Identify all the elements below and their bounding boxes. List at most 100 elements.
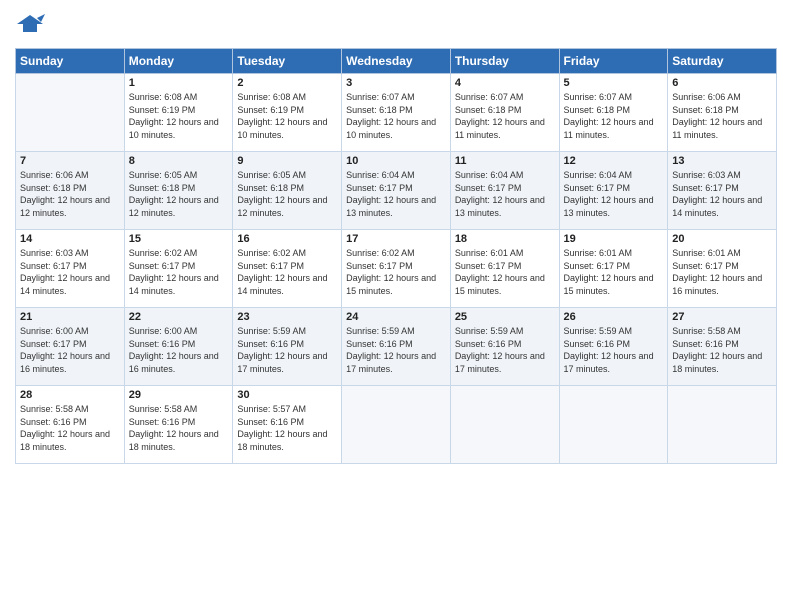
calendar-cell [16,74,125,152]
day-number: 11 [455,155,555,167]
weekday-header-tuesday: Tuesday [233,49,342,74]
day-info: Sunrise: 6:04 AMSunset: 6:17 PMDaylight:… [455,169,555,219]
day-info: Sunrise: 6:00 AMSunset: 6:17 PMDaylight:… [20,325,120,375]
day-info: Sunrise: 6:03 AMSunset: 6:17 PMDaylight:… [672,169,772,219]
week-row-5: 28 Sunrise: 5:58 AMSunset: 6:16 PMDayligh… [16,386,777,464]
weekday-header-friday: Friday [559,49,668,74]
day-number: 2 [237,77,337,89]
week-row-3: 14 Sunrise: 6:03 AMSunset: 6:17 PMDayligh… [16,230,777,308]
calendar-cell: 18 Sunrise: 6:01 AMSunset: 6:17 PMDayligh… [450,230,559,308]
calendar-cell: 5Sunrise: 6:07 AMSunset: 6:18 PMDaylight… [559,74,668,152]
day-info: Sunrise: 5:59 AMSunset: 6:16 PMDaylight:… [564,325,664,375]
calendar-cell: 8 Sunrise: 6:05 AMSunset: 6:18 PMDaylight… [124,152,233,230]
day-number: 13 [672,155,772,167]
day-info: Sunrise: 6:08 AMSunset: 6:19 PMDaylight:… [237,91,337,141]
header [15,10,777,40]
day-number: 15 [129,233,229,245]
week-row-1: 1 Sunrise: 6:08 AMSunset: 6:19 PMDaylight… [16,74,777,152]
calendar-header: SundayMondayTuesdayWednesdayThursdayFrid… [16,49,777,74]
calendar-cell: 12 Sunrise: 6:04 AMSunset: 6:17 PMDayligh… [559,152,668,230]
calendar-cell: 26 Sunrise: 5:59 AMSunset: 6:16 PMDayligh… [559,308,668,386]
day-info: Sunrise: 6:03 AMSunset: 6:17 PMDaylight:… [20,247,120,297]
calendar-cell: 23 Sunrise: 5:59 AMSunset: 6:16 PMDayligh… [233,308,342,386]
page-container: SundayMondayTuesdayWednesdayThursdayFrid… [0,0,792,474]
calendar-cell [450,386,559,464]
logo-bird-icon [15,10,45,40]
day-info: Sunrise: 5:58 AMSunset: 6:16 PMDaylight:… [672,325,772,375]
calendar-cell: 20 Sunrise: 6:01 AMSunset: 6:17 PMDayligh… [668,230,777,308]
day-number: 28 [20,389,120,401]
day-number: 25 [455,311,555,323]
day-number: 26 [564,311,664,323]
calendar-cell [559,386,668,464]
day-info: Sunrise: 6:01 AMSunset: 6:17 PMDaylight:… [564,247,664,297]
day-number: 10 [346,155,446,167]
day-info: Sunrise: 5:59 AMSunset: 6:16 PMDaylight:… [237,325,337,375]
calendar-cell: 27 Sunrise: 5:58 AMSunset: 6:16 PMDayligh… [668,308,777,386]
day-number: 30 [237,389,337,401]
day-number: 19 [564,233,664,245]
calendar-cell: 2 Sunrise: 6:08 AMSunset: 6:19 PMDaylight… [233,74,342,152]
day-info: Sunrise: 6:02 AMSunset: 6:17 PMDaylight:… [129,247,229,297]
day-info: Sunrise: 6:01 AMSunset: 6:17 PMDaylight:… [672,247,772,297]
day-info: Sunrise: 6:07 AMSunset: 6:18 PMDaylight:… [455,91,555,141]
calendar-cell: 22 Sunrise: 6:00 AMSunset: 6:16 PMDayligh… [124,308,233,386]
day-info: Sunrise: 6:07 AMSunset: 6:18 PMDaylight:… [346,91,446,141]
calendar-cell: 24Sunrise: 5:59 AMSunset: 6:16 PMDayligh… [342,308,451,386]
day-info: Sunrise: 6:06 AMSunset: 6:18 PMDaylight:… [672,91,772,141]
day-info: Sunrise: 5:59 AMSunset: 6:16 PMDaylight:… [455,325,555,375]
day-number: 20 [672,233,772,245]
day-number: 9 [237,155,337,167]
day-info: Sunrise: 6:02 AMSunset: 6:17 PMDaylight:… [237,247,337,297]
day-number: 18 [455,233,555,245]
calendar-cell [668,386,777,464]
weekday-header-sunday: Sunday [16,49,125,74]
calendar-cell: 29 Sunrise: 5:58 AMSunset: 6:16 PMDayligh… [124,386,233,464]
calendar-cell: 19 Sunrise: 6:01 AMSunset: 6:17 PMDayligh… [559,230,668,308]
calendar-cell [342,386,451,464]
day-info: Sunrise: 6:05 AMSunset: 6:18 PMDaylight:… [129,169,229,219]
calendar-cell: 4 Sunrise: 6:07 AMSunset: 6:18 PMDaylight… [450,74,559,152]
calendar-cell: 7Sunrise: 6:06 AMSunset: 6:18 PMDaylight… [16,152,125,230]
day-number: 22 [129,311,229,323]
calendar-cell: 16 Sunrise: 6:02 AMSunset: 6:17 PMDayligh… [233,230,342,308]
logo [15,10,49,40]
weekday-header-thursday: Thursday [450,49,559,74]
day-number: 14 [20,233,120,245]
day-number: 16 [237,233,337,245]
day-number: 5 [564,77,664,89]
day-info: Sunrise: 6:01 AMSunset: 6:17 PMDaylight:… [455,247,555,297]
weekday-header-saturday: Saturday [668,49,777,74]
calendar-cell: 14 Sunrise: 6:03 AMSunset: 6:17 PMDayligh… [16,230,125,308]
week-row-4: 21 Sunrise: 6:00 AMSunset: 6:17 PMDayligh… [16,308,777,386]
week-row-2: 7Sunrise: 6:06 AMSunset: 6:18 PMDaylight… [16,152,777,230]
calendar-cell: 3Sunrise: 6:07 AMSunset: 6:18 PMDaylight… [342,74,451,152]
calendar-cell: 10 Sunrise: 6:04 AMSunset: 6:17 PMDayligh… [342,152,451,230]
day-number: 21 [20,311,120,323]
day-number: 17 [346,233,446,245]
day-info: Sunrise: 6:05 AMSunset: 6:18 PMDaylight:… [237,169,337,219]
day-number: 1 [129,77,229,89]
day-number: 27 [672,311,772,323]
calendar-cell: 21 Sunrise: 6:00 AMSunset: 6:17 PMDayligh… [16,308,125,386]
day-number: 7 [20,155,120,167]
day-info: Sunrise: 6:08 AMSunset: 6:19 PMDaylight:… [129,91,229,141]
weekday-header-wednesday: Wednesday [342,49,451,74]
day-number: 23 [237,311,337,323]
calendar-cell: 25 Sunrise: 5:59 AMSunset: 6:16 PMDayligh… [450,308,559,386]
calendar-cell: 17 Sunrise: 6:02 AMSunset: 6:17 PMDayligh… [342,230,451,308]
day-number: 8 [129,155,229,167]
day-number: 12 [564,155,664,167]
day-info: Sunrise: 5:58 AMSunset: 6:16 PMDaylight:… [20,403,120,453]
day-info: Sunrise: 6:00 AMSunset: 6:16 PMDaylight:… [129,325,229,375]
day-number: 4 [455,77,555,89]
day-info: Sunrise: 6:02 AMSunset: 6:17 PMDaylight:… [346,247,446,297]
calendar-cell: 28 Sunrise: 5:58 AMSunset: 6:16 PMDayligh… [16,386,125,464]
day-info: Sunrise: 6:04 AMSunset: 6:17 PMDaylight:… [346,169,446,219]
calendar-body: 1 Sunrise: 6:08 AMSunset: 6:19 PMDaylight… [16,74,777,464]
day-number: 6 [672,77,772,89]
calendar-cell: 11 Sunrise: 6:04 AMSunset: 6:17 PMDayligh… [450,152,559,230]
day-info: Sunrise: 6:04 AMSunset: 6:17 PMDaylight:… [564,169,664,219]
day-number: 29 [129,389,229,401]
day-info: Sunrise: 5:58 AMSunset: 6:16 PMDaylight:… [129,403,229,453]
